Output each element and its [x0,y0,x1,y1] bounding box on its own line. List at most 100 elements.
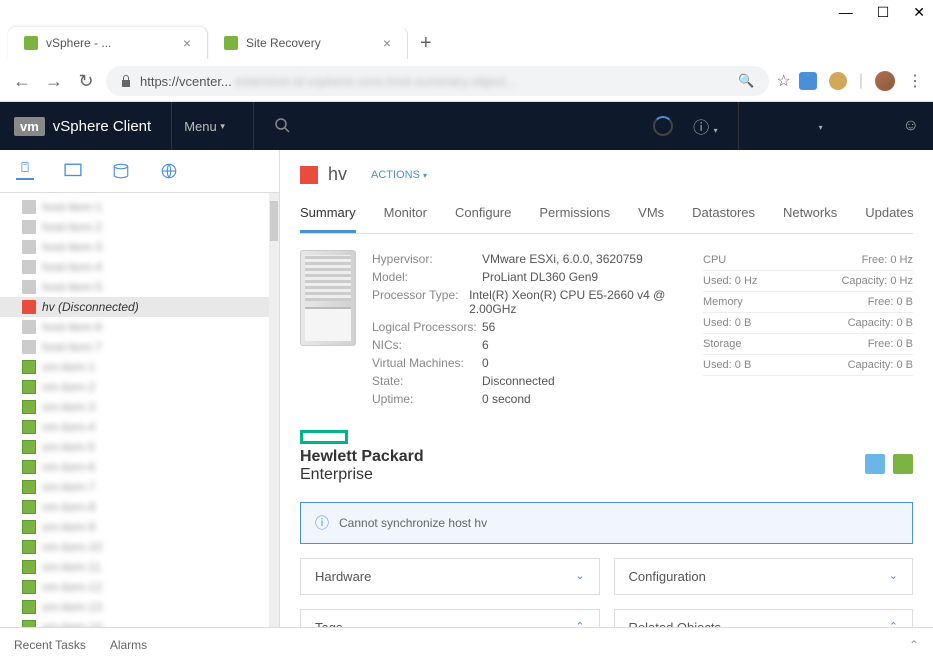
feedback-icon[interactable]: ☺ [903,117,919,135]
tree-label: vm-item-6 [42,460,95,474]
tree-item[interactable]: vm-item-5 [0,437,269,457]
tree-item[interactable]: vm-item-6 [0,457,269,477]
tree-label: vm-item-2 [42,380,95,394]
user-dropdown[interactable]: ▾ [759,117,883,135]
tab-datastores[interactable]: Datastores [692,199,755,233]
host-icon [22,280,36,294]
tree-item[interactable]: hv (Disconnected) [0,297,269,317]
help-dropdown[interactable]: ⓘ ▾ [693,114,717,138]
inventory-sidebar: host-item-1host-item-2host-item-3 host-it… [0,150,280,627]
browser-tabs: vSphere - ... × Site Recovery × + [0,25,933,61]
reload-button[interactable]: ↻ [74,71,98,92]
chevron-up-icon[interactable]: ⌃ [909,638,919,652]
vendor-action-icon[interactable] [865,454,885,474]
tree-item[interactable]: vm-item-3 [0,397,269,417]
tab-networks[interactable]: Networks [783,199,837,233]
tree-item[interactable]: host-item-3 [0,237,269,257]
maximize-icon[interactable]: ☐ [877,4,890,21]
tab-summary[interactable]: Summary [300,199,356,233]
bookmark-star-icon[interactable]: ☆ [777,71,791,91]
tree-label: vm-item-11 [42,560,101,574]
host-icon [22,320,36,334]
browser-tab-vsphere[interactable]: vSphere - ... × [8,27,208,59]
menu-dropdown[interactable]: Menu ▾ [171,102,237,150]
tree-item[interactable]: vm-item-4 [0,417,269,437]
tree-label: host-item-5 [42,280,102,294]
extension-icon[interactable] [829,72,847,90]
alarms-tab[interactable]: Alarms [110,638,147,652]
chevron-down-icon: ⌄ [575,569,584,584]
host-image [300,250,356,346]
tree-item[interactable]: host-item-1 [0,197,269,217]
info-row: Model:ProLiant DL360 Gen9 [372,268,687,286]
tags-panel: Tags⌃ Assigned Tag Category Description [300,609,600,627]
configuration-panel[interactable]: Configuration⌄ [614,558,914,595]
host-disconnected-icon [300,166,318,184]
tab-vms[interactable]: VMs [638,199,664,233]
tree-item[interactable]: vm-item-9 [0,517,269,537]
tree-label: vm-item-4 [42,420,95,434]
inventory-tree[interactable]: host-item-1host-item-2host-item-3 host-it… [0,193,269,627]
tree-item[interactable]: host-item-6 [0,317,269,337]
tree-label: host-item-4 [42,260,102,274]
minimize-icon[interactable]: — [839,4,853,21]
vendor-action-icon[interactable] [893,454,913,474]
close-window-icon[interactable]: ✕ [913,4,925,21]
resource-row: MemoryFree: 0 B [703,292,913,313]
chevron-up-icon: ⌃ [575,620,584,627]
info-icon: ⓘ [315,513,329,533]
forward-button[interactable]: → [42,71,66,92]
tree-item[interactable]: vm-item-7 [0,477,269,497]
tree-item[interactable]: vm-item-10 [0,537,269,557]
tab-permissions[interactable]: Permissions [539,199,610,233]
host-icon [22,200,36,214]
info-row: Hypervisor:VMware ESXi, 6.0.0, 3620759 [372,250,687,268]
host-dis-icon [22,300,36,314]
vm-icon [22,380,36,394]
tree-item[interactable]: vm-item-11 [0,557,269,577]
browser-tab-siterecovery[interactable]: Site Recovery × [208,27,408,59]
vms-view-icon[interactable] [64,162,82,180]
footer-bar: Recent Tasks Alarms ⌃ [0,627,933,661]
loading-spinner-icon [653,116,673,136]
resource-row: Used: 0 HzCapacity: 0 Hz [703,271,913,292]
tree-item[interactable]: host-item-7 [0,337,269,357]
hardware-panel[interactable]: Hardware⌄ [300,558,600,595]
tree-item[interactable]: vm-item-13 [0,597,269,617]
host-info: Hypervisor:VMware ESXi, 6.0.0, 3620759Mo… [372,250,687,408]
vm-icon [22,600,36,614]
vm-icon [22,580,36,594]
tab-monitor[interactable]: Monitor [384,199,427,233]
recent-tasks-tab[interactable]: Recent Tasks [14,638,86,652]
new-tab-button[interactable]: + [408,32,444,55]
search-icon[interactable] [274,117,292,135]
tab-updates[interactable]: Updates [865,199,913,233]
vm-icon [22,440,36,454]
tab-close-icon[interactable]: × [183,35,191,51]
network-view-icon[interactable] [160,162,178,180]
tree-label: vm-item-9 [42,520,95,534]
extension-icon[interactable] [799,72,817,90]
back-button[interactable]: ← [10,71,34,92]
info-row: NICs:6 [372,336,687,354]
tree-item[interactable]: host-item-5 [0,277,269,297]
hosts-view-icon[interactable] [16,162,34,180]
actions-dropdown[interactable]: ACTIONS ▾ [371,169,427,181]
url-input[interactable]: https://vcenter... extension.id.vsphere.… [106,66,769,96]
tab-close-icon[interactable]: × [383,35,391,51]
vm-icon [22,620,36,627]
menu-dots-icon[interactable]: ⋮ [907,71,923,91]
storage-view-icon[interactable] [112,162,130,180]
tree-item[interactable]: vm-item-2 [0,377,269,397]
tab-configure[interactable]: Configure [455,199,511,233]
tree-item[interactable]: vm-item-8 [0,497,269,517]
profile-avatar[interactable] [875,71,895,91]
tree-item[interactable]: host-item-2 [0,217,269,237]
tree-item[interactable]: vm-item-14 [0,617,269,627]
tree-item[interactable]: vm-item-12 [0,577,269,597]
tree-item[interactable]: host-item-4 [0,257,269,277]
vsphere-brand: vSphere Client [53,118,151,135]
scrollbar[interactable] [269,193,279,627]
tree-item[interactable]: vm-item-1 [0,357,269,377]
host-icon [22,220,36,234]
